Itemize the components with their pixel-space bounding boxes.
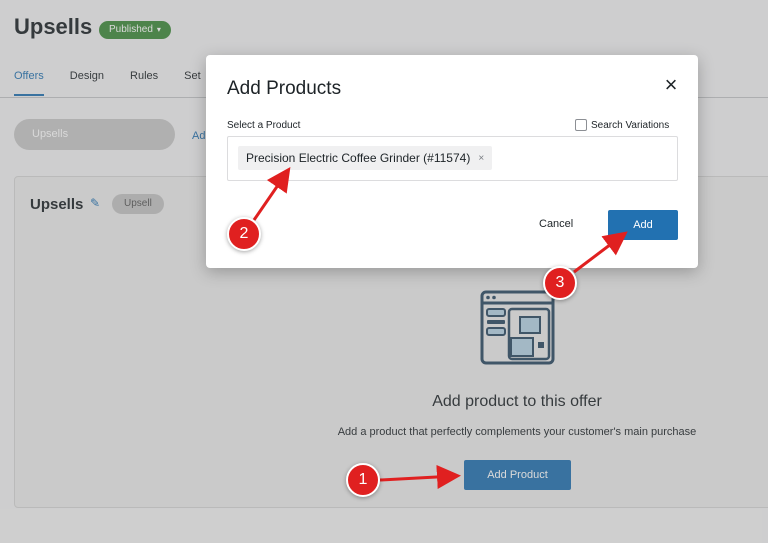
arrow-1 bbox=[379, 464, 461, 489]
step-marker-1: 1 bbox=[346, 463, 380, 497]
step-marker-2: 2 bbox=[227, 217, 261, 251]
annotation-arrows bbox=[252, 167, 628, 489]
arrow-2 bbox=[252, 167, 291, 221]
step-marker-3: 3 bbox=[543, 266, 577, 300]
arrow-3 bbox=[573, 231, 628, 274]
